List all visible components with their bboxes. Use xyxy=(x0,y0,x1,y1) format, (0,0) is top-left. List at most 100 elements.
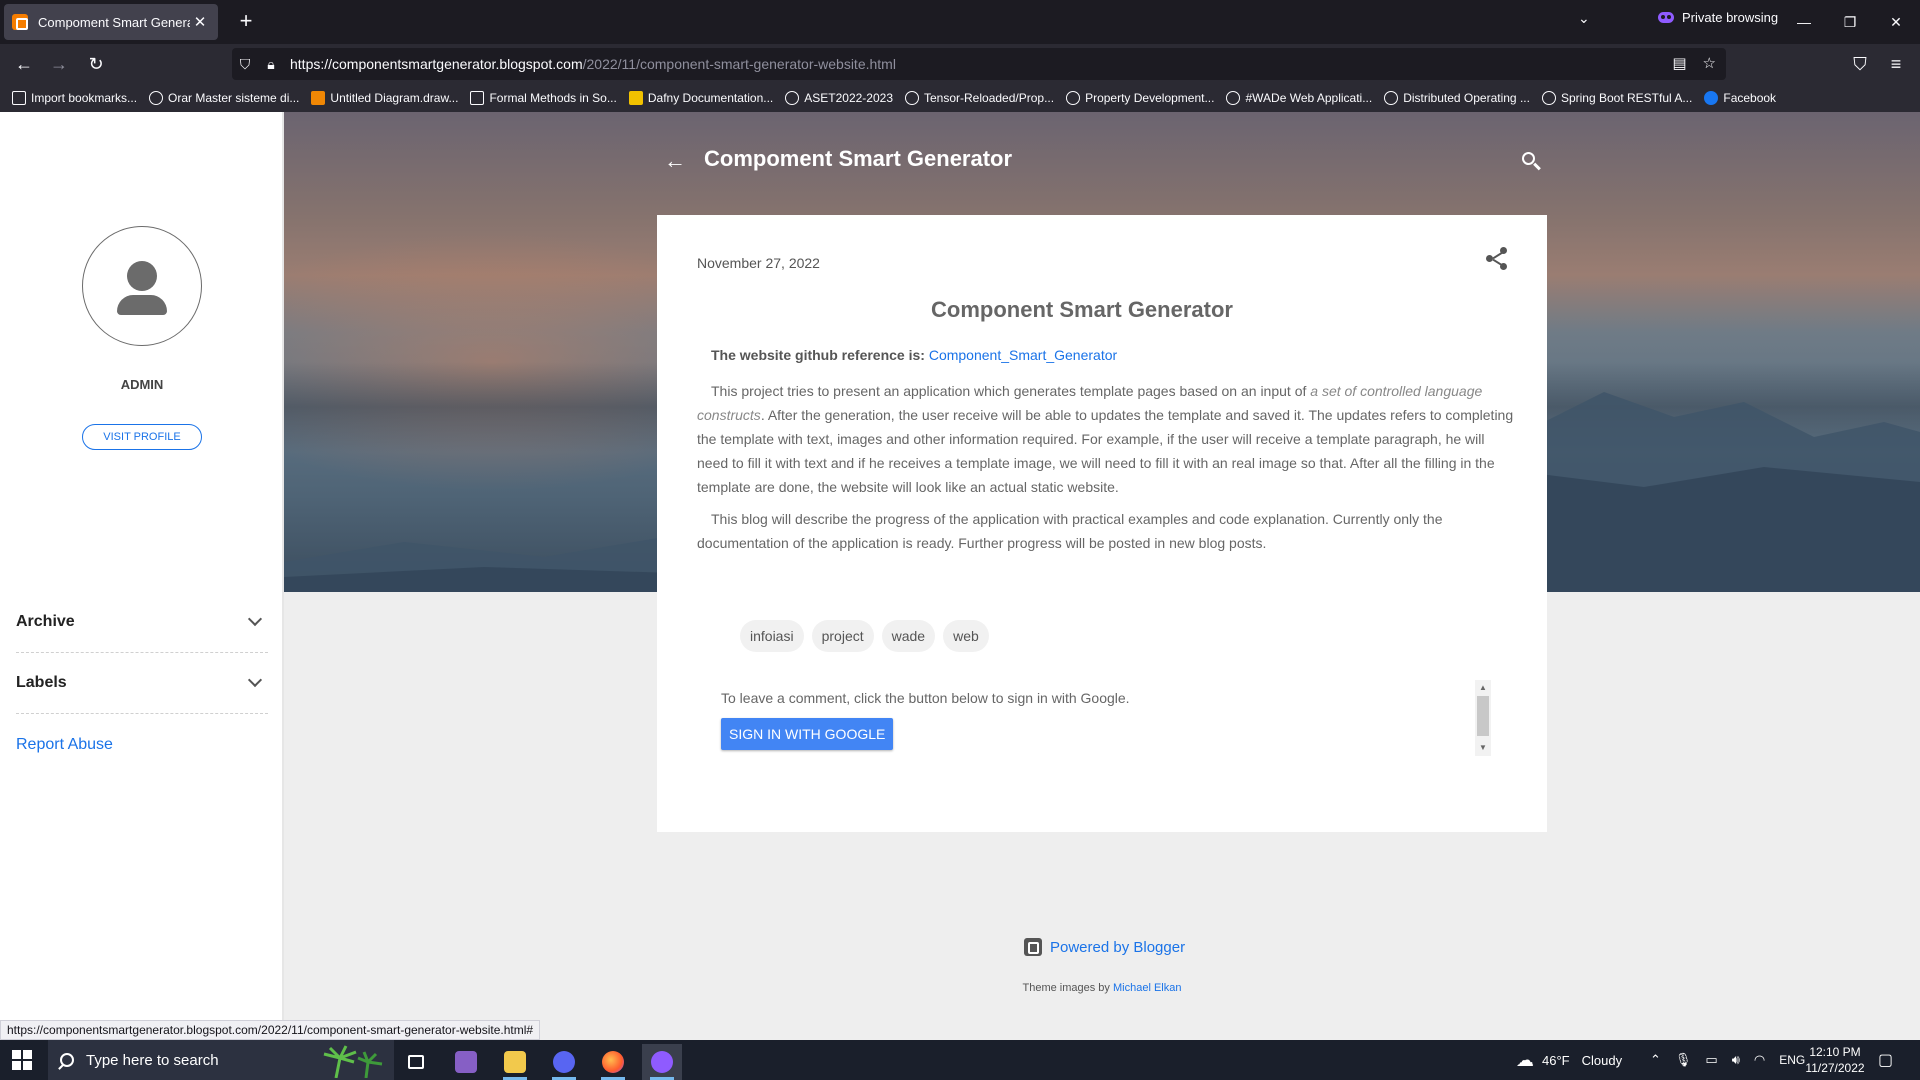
profile-avatar[interactable] xyxy=(82,226,202,346)
import-icon xyxy=(12,91,26,105)
bookmark-star-icon[interactable]: ☆ xyxy=(1703,54,1716,72)
wifi-icon[interactable]: ◠ xyxy=(1754,1052,1765,1068)
archive-toggle[interactable]: Archive xyxy=(16,592,268,653)
taskbar-search-placeholder: Type here to search xyxy=(86,1051,219,1069)
visual-studio-icon[interactable] xyxy=(446,1044,486,1080)
github-link[interactable]: Component_Smart_Generator xyxy=(929,347,1117,363)
facebook-icon xyxy=(1704,91,1719,105)
bookmarks-toolbar: Import bookmarks... Orar Master sisteme … xyxy=(0,84,1920,112)
weather-widget[interactable]: ☁ 46°F Cloudy xyxy=(1516,1040,1622,1080)
notifications-icon[interactable]: ▢ xyxy=(1878,1040,1893,1080)
lock-icon[interactable]: 🔒︎ xyxy=(258,56,284,73)
reader-view-icon[interactable]: ▤ xyxy=(1672,54,1686,72)
theme-author-link[interactable]: Michael Elkan xyxy=(1113,982,1181,994)
taskbar-clock[interactable]: 12:10 PM 11/27/2022 xyxy=(1798,1044,1872,1076)
post-paragraph: This blog will describe the progress of … xyxy=(697,511,1443,551)
taskbar-search-box[interactable]: Type here to search xyxy=(48,1040,394,1080)
share-icon[interactable] xyxy=(1486,247,1510,271)
new-tab-button[interactable]: + xyxy=(232,8,260,36)
label-chip[interactable]: infoiasi xyxy=(740,620,804,652)
github-icon xyxy=(1066,91,1081,105)
profile-name: ADMIN xyxy=(120,377,164,392)
minimize-window-button[interactable]: — xyxy=(1784,8,1824,36)
bookmark-item[interactable]: Formal Methods in So... xyxy=(470,91,617,105)
bookmark-item[interactable]: ASET2022-2023 xyxy=(785,91,893,105)
sidebar-widgets: Archive Labels xyxy=(0,592,284,714)
search-icon xyxy=(60,1053,74,1067)
label-chip[interactable]: project xyxy=(811,620,874,652)
bookmark-item[interactable]: Spring Boot RESTful A... xyxy=(1541,91,1692,105)
address-bar[interactable]: ⛉ 🔒︎ https://componentsmartgenerator.blo… xyxy=(232,48,1726,80)
back-button[interactable]: ← xyxy=(10,50,38,78)
scroll-up-icon[interactable]: ▲ xyxy=(1475,682,1491,694)
bookmark-item[interactable]: Tensor-Reloaded/Prop... xyxy=(905,91,1054,105)
list-all-tabs-icon[interactable]: ⌄ xyxy=(1578,10,1590,27)
status-bar-url: https://componentsmartgenerator.blogspot… xyxy=(0,1020,541,1040)
search-icon[interactable] xyxy=(1520,150,1542,172)
discord-icon[interactable] xyxy=(544,1044,584,1080)
scroll-down-icon[interactable]: ▼ xyxy=(1475,742,1491,754)
report-abuse-link[interactable]: Report Abuse xyxy=(16,736,113,754)
spring-icon xyxy=(1541,91,1556,105)
sign-in-with-google-button[interactable]: SIGN IN WITH GOOGLE xyxy=(721,718,894,750)
volume-icon[interactable]: 🔊︎ xyxy=(1732,1052,1740,1068)
url-text[interactable]: https://componentsmartgenerator.blogspot… xyxy=(290,56,896,72)
labels-toggle[interactable]: Labels xyxy=(16,653,268,714)
person-icon xyxy=(127,261,157,291)
blog-page: ADMIN VISIT PROFILE Archive Labels Repor… xyxy=(0,112,1920,1040)
bookmark-item[interactable]: Untitled Diagram.draw... xyxy=(311,91,458,105)
post-body: The website github reference is: Compone… xyxy=(697,343,1517,563)
restore-window-button[interactable]: ❐ xyxy=(1830,8,1870,36)
bookmark-item[interactable]: Import bookmarks... xyxy=(12,91,137,105)
reload-button[interactable]: ↻ xyxy=(82,50,110,78)
label-chip[interactable]: wade xyxy=(881,620,936,652)
microphone-icon[interactable]: 🎙︎ xyxy=(1675,1052,1692,1068)
comments-scrollbar[interactable]: ▲ ▼ xyxy=(1475,680,1491,756)
comments-frame: To leave a comment, click the button bel… xyxy=(721,680,1491,772)
visit-profile-button[interactable]: VISIT PROFILE xyxy=(82,424,202,450)
back-arrow-icon[interactable]: ← xyxy=(660,148,690,174)
tab-title: Compoment Smart Generator xyxy=(38,14,190,30)
chevron-up-icon[interactable]: ⌃ xyxy=(1650,1052,1661,1068)
bookmark-item[interactable]: Facebook xyxy=(1704,91,1776,105)
github-icon xyxy=(905,91,919,105)
powered-by-blogger-link[interactable]: Powered by Blogger xyxy=(1024,938,1185,956)
post-paragraph: This project tries to present an applica… xyxy=(697,383,1514,495)
firefox-private-icon[interactable] xyxy=(642,1044,682,1080)
firefox-icon[interactable] xyxy=(593,1044,633,1080)
private-mask-icon xyxy=(1658,12,1674,23)
blogger-icon xyxy=(1024,938,1042,956)
browser-tab[interactable]: Compoment Smart Generator ✕ xyxy=(4,4,218,40)
pocket-icon[interactable]: ⛉ xyxy=(1846,50,1874,78)
battery-icon[interactable]: ▭ xyxy=(1705,1052,1717,1068)
post-card: November 27, 2022 Component Smart Genera… xyxy=(657,215,1547,832)
app-menu-icon[interactable]: ≡ xyxy=(1882,50,1910,78)
globe-icon xyxy=(149,91,164,105)
dafny-icon xyxy=(628,91,643,105)
labels-label: Labels xyxy=(16,674,67,691)
bookmark-item[interactable]: Distributed Operating ... xyxy=(1384,91,1530,105)
blog-title[interactable]: Compoment Smart Generator xyxy=(704,146,1012,172)
scroll-thumb[interactable] xyxy=(1477,696,1489,736)
windows-taskbar: Type here to search ☁ 46°F Cloudy ⌃ 🎙︎ ▭… xyxy=(0,1040,1920,1080)
windows-start-icon[interactable] xyxy=(12,1050,32,1070)
bookmark-item[interactable]: Orar Master sisteme di... xyxy=(149,91,299,105)
post-labels: infoiasi project wade web xyxy=(740,620,989,652)
task-view-icon[interactable] xyxy=(396,1044,436,1080)
tracking-protection-shield-icon[interactable]: ⛉ xyxy=(232,56,258,73)
globe-icon xyxy=(1384,91,1399,105)
url-path: /2022/11/component-smart-generator-websi… xyxy=(582,56,896,72)
bookmark-item[interactable]: #WADe Web Applicati... xyxy=(1226,91,1372,105)
label-chip[interactable]: web xyxy=(943,620,989,652)
close-window-button[interactable]: ✕ xyxy=(1876,8,1916,36)
private-browsing-indicator: Private browsing xyxy=(1658,10,1778,25)
bookmark-item[interactable]: Property Development... xyxy=(1066,91,1214,105)
close-tab-icon[interactable]: ✕ xyxy=(190,13,210,31)
private-browsing-label: Private browsing xyxy=(1682,10,1779,25)
globe-icon xyxy=(1226,91,1241,105)
bookmark-item[interactable]: Dafny Documentation... xyxy=(628,91,773,105)
post-date[interactable]: November 27, 2022 xyxy=(697,255,820,271)
forward-button[interactable]: → xyxy=(45,50,73,78)
file-explorer-icon[interactable] xyxy=(495,1044,535,1080)
browser-nav-bar: ← → ↻ ⛉ 🔒︎ https://componentsmartgenerat… xyxy=(0,44,1920,84)
